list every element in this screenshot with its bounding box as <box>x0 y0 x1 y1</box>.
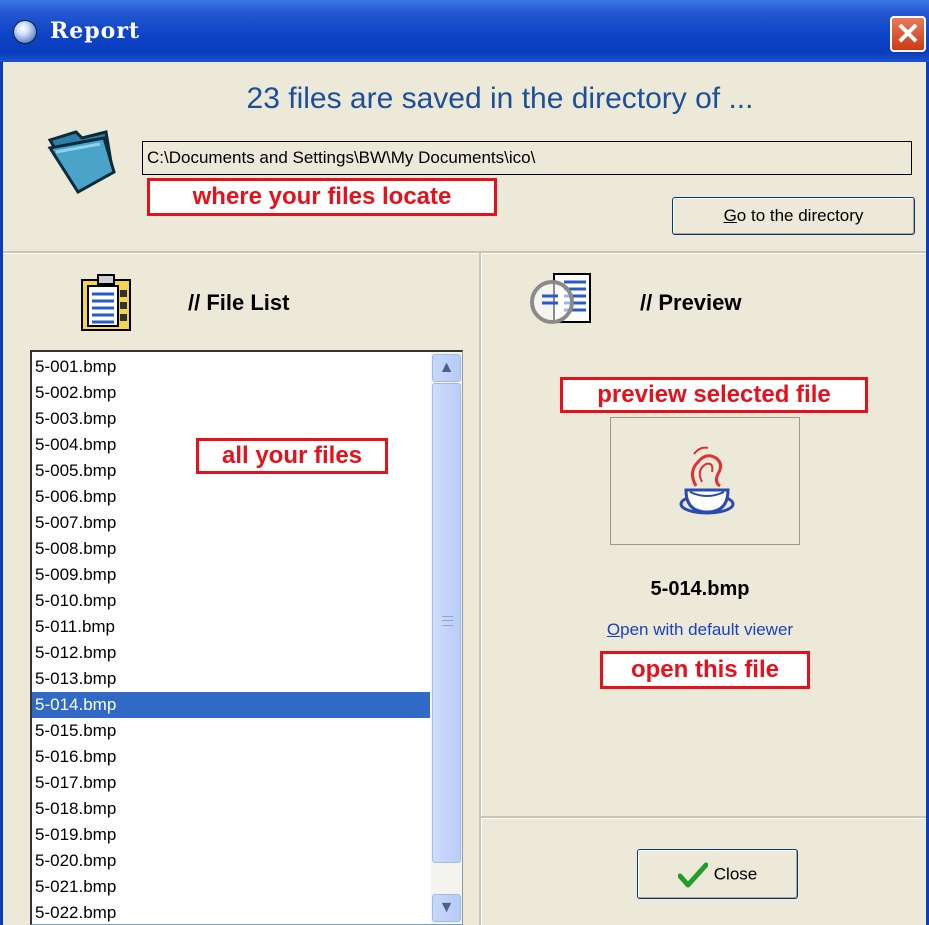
preview-title: // Preview <box>640 290 742 315</box>
list-item[interactable]: 5-006.bmp <box>32 484 430 510</box>
directory-path-field[interactable]: C:\Documents and Settings\BW\My Document… <box>142 141 912 175</box>
list-item[interactable]: 5-008.bmp <box>32 536 430 562</box>
scroll-up-button[interactable]: ▲ <box>432 354 461 382</box>
divider <box>479 253 482 925</box>
close-button[interactable]: Close <box>637 849 798 899</box>
list-item[interactable]: 5-011.bmp <box>32 614 430 640</box>
preview-icon <box>530 273 591 324</box>
annotation-open: open this file <box>600 651 810 689</box>
close-window-button[interactable]: ✕ <box>890 16 926 52</box>
window-title: Report <box>50 18 141 44</box>
list-item[interactable]: 5-012.bmp <box>32 640 430 666</box>
saved-files-headline: 23 files are saved in the directory of .… <box>246 82 754 115</box>
scrollbar-thumb[interactable] <box>432 383 461 863</box>
clipboard-list-icon <box>81 274 131 331</box>
annotation-preview: preview selected file <box>560 377 868 413</box>
list-item[interactable]: 5-016.bmp <box>32 744 430 770</box>
list-item[interactable]: 5-018.bmp <box>32 796 430 822</box>
vertical-scrollbar[interactable]: ▲ ▼ <box>431 352 462 924</box>
app-icon <box>13 20 37 44</box>
grip-icon <box>442 616 453 626</box>
list-item[interactable]: 5-013.bmp <box>32 666 430 692</box>
bitmap-thumbnail-icon <box>679 446 735 515</box>
file-list-box[interactable]: 5-001.bmp 5-002.bmp 5-003.bmp 5-004.bmp 5-00… <box>30 350 463 925</box>
scroll-down-button[interactable]: ▼ <box>432 894 461 922</box>
file-list-title: // File List <box>188 290 290 315</box>
annotation-list: all your files <box>196 438 388 474</box>
list-item[interactable]: 5-014.bmp <box>32 692 430 718</box>
list-item[interactable]: 5-010.bmp <box>32 588 430 614</box>
open-link-access-key: O <box>606 620 621 639</box>
list-item[interactable]: 5-020.bmp <box>32 848 430 874</box>
list-item[interactable]: 5-009.bmp <box>32 562 430 588</box>
list-item[interactable]: 5-007.bmp <box>32 510 430 536</box>
selected-filename: 5-014.bmp <box>650 578 750 600</box>
preview-pane <box>610 417 800 545</box>
list-item[interactable]: 5-017.bmp <box>32 770 430 796</box>
list-item[interactable]: 5-015.bmp <box>32 718 430 744</box>
list-item[interactable]: 5-003.bmp <box>32 406 430 432</box>
list-item[interactable]: 5-019.bmp <box>32 822 430 848</box>
checkmark-icon <box>677 862 709 888</box>
divider <box>3 251 926 254</box>
close-button-label: Close <box>713 864 758 884</box>
annotation-path: where your files locate <box>147 178 497 216</box>
open-with-default-viewer-link[interactable]: Open with default viewer <box>560 620 840 640</box>
title-bar[interactable]: Report ✕ <box>0 0 929 62</box>
open-link-label: pen with default viewer <box>620 620 794 639</box>
list-item[interactable]: 5-021.bmp <box>32 874 430 900</box>
divider <box>481 816 926 819</box>
go-button-access-key: G <box>723 206 737 225</box>
list-item[interactable]: 5-002.bmp <box>32 380 430 406</box>
list-item[interactable]: 5-001.bmp <box>32 354 430 380</box>
go-button-label: o to the directory <box>736 206 864 225</box>
list-item[interactable]: 5-022.bmp <box>32 900 430 924</box>
folder-icon <box>47 130 116 194</box>
go-to-directory-button[interactable]: Go to the directory <box>672 197 915 235</box>
